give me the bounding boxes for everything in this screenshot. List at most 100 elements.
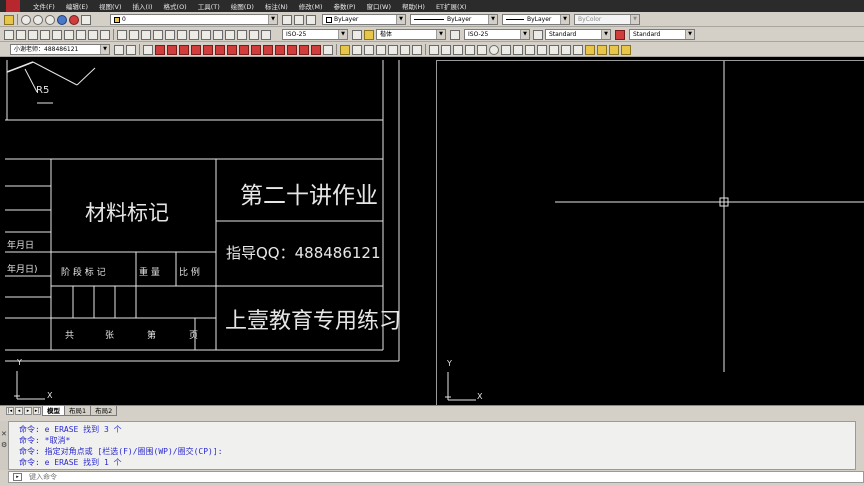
osnap-center-icon[interactable] xyxy=(477,44,487,55)
layer-properties-icon[interactable] xyxy=(4,14,14,25)
trim-icon[interactable] xyxy=(251,44,261,55)
line-icon[interactable] xyxy=(4,29,14,40)
dim-aligned-icon[interactable] xyxy=(129,29,139,40)
polyline-icon[interactable] xyxy=(28,29,38,40)
text-style-icon[interactable] xyxy=(364,29,374,40)
chevron-down-icon[interactable]: ▼ xyxy=(685,30,694,39)
tab-layout2[interactable]: 布局2 xyxy=(90,406,118,416)
command-input[interactable] xyxy=(29,472,849,482)
wrench-icon[interactable]: ⚙ xyxy=(1,441,7,449)
center-mark-icon[interactable] xyxy=(249,29,259,40)
zoom-window-icon[interactable] xyxy=(364,44,374,55)
osnap-intersection-icon[interactable] xyxy=(453,44,463,55)
dim-style-manager-icon[interactable] xyxy=(352,29,362,40)
quick-dim-icon[interactable] xyxy=(201,29,211,40)
make-current-icon[interactable] xyxy=(282,14,292,25)
menu-parametric[interactable]: 参数(P) xyxy=(333,1,355,11)
menu-express[interactable]: ET扩展(X) xyxy=(436,1,467,11)
tolerance-icon[interactable] xyxy=(237,29,247,40)
menu-draw[interactable]: 绘图(D) xyxy=(231,1,254,11)
workspace-save-icon[interactable] xyxy=(126,44,136,55)
layer-match-icon[interactable] xyxy=(294,14,304,25)
erase-icon[interactable] xyxy=(143,44,153,55)
osnap-tangent-icon[interactable] xyxy=(501,44,511,55)
explode-icon[interactable] xyxy=(323,44,333,55)
viewport-left[interactable]: R5 材料标记 第二十讲作业 指导QQ：488486121 上壹教育专用练习 阶… xyxy=(5,60,432,405)
osnap-extension-icon[interactable] xyxy=(465,44,475,55)
layer-previous-icon[interactable] xyxy=(81,14,91,25)
chevron-down-icon[interactable]: ▼ xyxy=(630,15,639,24)
osnap-none-icon[interactable] xyxy=(573,44,583,55)
zoom-extents-icon[interactable] xyxy=(388,44,398,55)
dim-radius-icon[interactable] xyxy=(165,29,175,40)
layer-state-icon[interactable] xyxy=(306,14,316,25)
chevron-down-icon[interactable]: ▼ xyxy=(488,15,497,24)
tablestyle-dropdown[interactable]: Standard ▼ xyxy=(545,29,611,40)
command-prompt-icon[interactable]: ▸ xyxy=(13,473,22,481)
menu-format[interactable]: 格式(O) xyxy=(164,1,187,11)
hatch-icon[interactable] xyxy=(76,29,86,40)
drawing-area[interactable]: R5 材料标记 第二十讲作业 指导QQ：488486121 上壹教育专用练习 阶… xyxy=(0,57,864,405)
break-icon[interactable] xyxy=(275,44,285,55)
zoom-previous-icon[interactable] xyxy=(376,44,386,55)
dim-arc-icon[interactable] xyxy=(141,29,151,40)
region-icon[interactable] xyxy=(88,29,98,40)
chevron-down-icon[interactable]: ▼ xyxy=(520,30,529,39)
layer-lock-icon[interactable] xyxy=(45,14,55,25)
dim-diameter-icon[interactable] xyxy=(177,29,187,40)
chevron-down-icon[interactable]: ▼ xyxy=(396,15,405,24)
lineweight-dropdown[interactable]: ByLayer ▼ xyxy=(502,14,570,25)
dimstyle-dropdown[interactable]: ISO-25 ▼ xyxy=(282,29,348,40)
app-logo-icon[interactable] xyxy=(6,0,20,12)
prev-tab-icon[interactable]: ◂ xyxy=(15,407,23,415)
dim-continue-icon[interactable] xyxy=(225,29,235,40)
table-icon[interactable] xyxy=(100,29,110,40)
zoom-icon[interactable] xyxy=(340,44,350,55)
layer-freeze-icon[interactable] xyxy=(33,14,43,25)
chevron-down-icon[interactable]: ▼ xyxy=(338,30,347,39)
first-tab-icon[interactable]: |◂ xyxy=(6,407,14,415)
mirror-icon[interactable] xyxy=(167,44,177,55)
color-dropdown[interactable]: ByLayer ▼ xyxy=(322,14,406,25)
tab-layout1[interactable]: 布局1 xyxy=(64,406,92,416)
rotate-icon[interactable] xyxy=(215,44,225,55)
workspace-dropdown[interactable]: 小谢老师：488486121 ▼ xyxy=(10,44,110,55)
menu-window[interactable]: 窗口(W) xyxy=(366,1,391,11)
osnap-from-icon[interactable] xyxy=(609,44,619,55)
menu-help[interactable]: 帮助(H) xyxy=(402,1,425,11)
chamfer-icon[interactable] xyxy=(299,44,309,55)
array-icon[interactable] xyxy=(191,44,201,55)
menu-dimension[interactable]: 标注(N) xyxy=(265,1,288,11)
polygon-icon[interactable] xyxy=(40,29,50,40)
osnap-endpoint-icon[interactable] xyxy=(429,44,439,55)
arc-icon[interactable] xyxy=(64,29,74,40)
menu-view[interactable]: 视图(V) xyxy=(99,1,122,11)
menu-tools[interactable]: 工具(T) xyxy=(198,1,220,11)
dimstyle-dropdown-2[interactable]: ISO-25 ▼ xyxy=(464,29,530,40)
fillet-icon[interactable] xyxy=(311,44,321,55)
chevron-down-icon[interactable]: ▼ xyxy=(268,15,277,24)
osnap-insert-icon[interactable] xyxy=(549,44,559,55)
osnap-apparent-icon[interactable] xyxy=(597,44,607,55)
dimension-style-icon[interactable] xyxy=(450,29,460,40)
move-icon[interactable] xyxy=(203,44,213,55)
osnap-quadrant-icon[interactable] xyxy=(489,44,499,55)
pan-icon[interactable] xyxy=(352,44,362,55)
plotstyle-dropdown[interactable]: ByColor ▼ xyxy=(574,14,640,25)
osnap-temp-icon[interactable] xyxy=(621,44,631,55)
construction-line-icon[interactable] xyxy=(16,29,26,40)
tab-model[interactable]: 模型 xyxy=(42,406,65,416)
last-tab-icon[interactable]: ▸| xyxy=(33,407,41,415)
viewport-right[interactable]: Y X xyxy=(436,60,864,405)
mleaderstyle-dropdown[interactable]: Standard ▼ xyxy=(629,29,695,40)
match-properties-icon[interactable] xyxy=(412,44,422,55)
layer-color-icon[interactable] xyxy=(57,14,67,25)
workspace-settings-icon[interactable] xyxy=(114,44,124,55)
osnap-parallel-icon[interactable] xyxy=(525,44,535,55)
rectangle-icon[interactable] xyxy=(52,29,62,40)
extend-icon[interactable] xyxy=(263,44,273,55)
menu-insert[interactable]: 插入(I) xyxy=(133,1,153,11)
join-icon[interactable] xyxy=(287,44,297,55)
copy-icon[interactable] xyxy=(155,44,165,55)
dim-angular-icon[interactable] xyxy=(189,29,199,40)
